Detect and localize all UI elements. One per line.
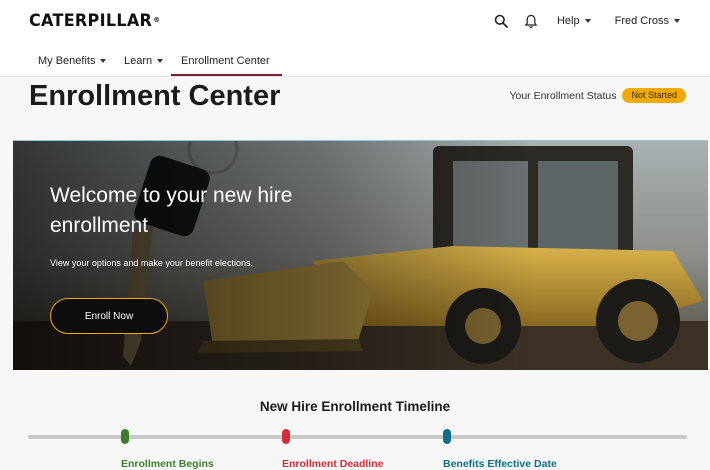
nav-label: Enrollment Center (181, 55, 270, 67)
top-right-menu: Help Fred Cross (493, 10, 680, 32)
page-title: Enrollment Center (29, 80, 281, 112)
user-menu[interactable]: Fred Cross (615, 15, 680, 27)
chevron-down-icon (584, 19, 591, 23)
milestone-marker-enrollment-begins[interactable] (121, 429, 129, 444)
sub-navigation: My Benefits Learn Enrollment Center (0, 44, 710, 77)
nav-label: Learn (124, 55, 153, 67)
enroll-now-button[interactable]: Enroll Now (50, 298, 168, 334)
hero-heading: Welcome to your new hire enrollment (50, 184, 293, 237)
user-name: Fred Cross (614, 15, 669, 27)
nav-learn[interactable]: Learn (124, 55, 164, 67)
chevron-down-icon (157, 59, 164, 63)
logo-registered-mark: ® (153, 15, 161, 25)
nav-enrollment-center[interactable]: Enrollment Center (171, 55, 282, 76)
help-menu[interactable]: Help (557, 15, 591, 27)
hero-banner: Welcome to your new hire enrollment View… (13, 140, 708, 370)
nav-my-benefits[interactable]: My Benefits (38, 55, 107, 67)
logo-text: CATERPILLAR (29, 10, 153, 31)
milestone-marker-enrollment-deadline[interactable] (282, 429, 290, 444)
milestone-marker-benefits-effective[interactable] (443, 429, 451, 444)
search-icon[interactable] (493, 13, 509, 29)
bell-icon[interactable] (523, 13, 539, 29)
milestone-label-enrollment-deadline: Enrollment Deadline (282, 458, 384, 470)
enrollment-status: Your Enrollment Status Not Started (509, 88, 686, 103)
timeline-title: New Hire Enrollment Timeline (259, 399, 451, 414)
milestone-label-enrollment-begins: Enrollment Begins (121, 458, 214, 470)
top-bar: CATERPILLAR® Help Fred Cross (0, 0, 710, 44)
status-badge: Not Started (622, 88, 686, 103)
caterpillar-logo[interactable]: CATERPILLAR® (29, 11, 160, 32)
backhoe-loader-photo (13, 141, 708, 370)
nav-label: My Benefits (38, 55, 96, 67)
chevron-down-icon (100, 59, 107, 63)
chevron-down-icon (674, 19, 680, 23)
milestone-label-benefits-effective: Benefits Effective Date (443, 458, 557, 470)
hero-subtext: View your options and make your benefit … (50, 258, 253, 268)
help-label: Help (556, 15, 580, 27)
status-label: Your Enrollment Status (509, 89, 617, 102)
